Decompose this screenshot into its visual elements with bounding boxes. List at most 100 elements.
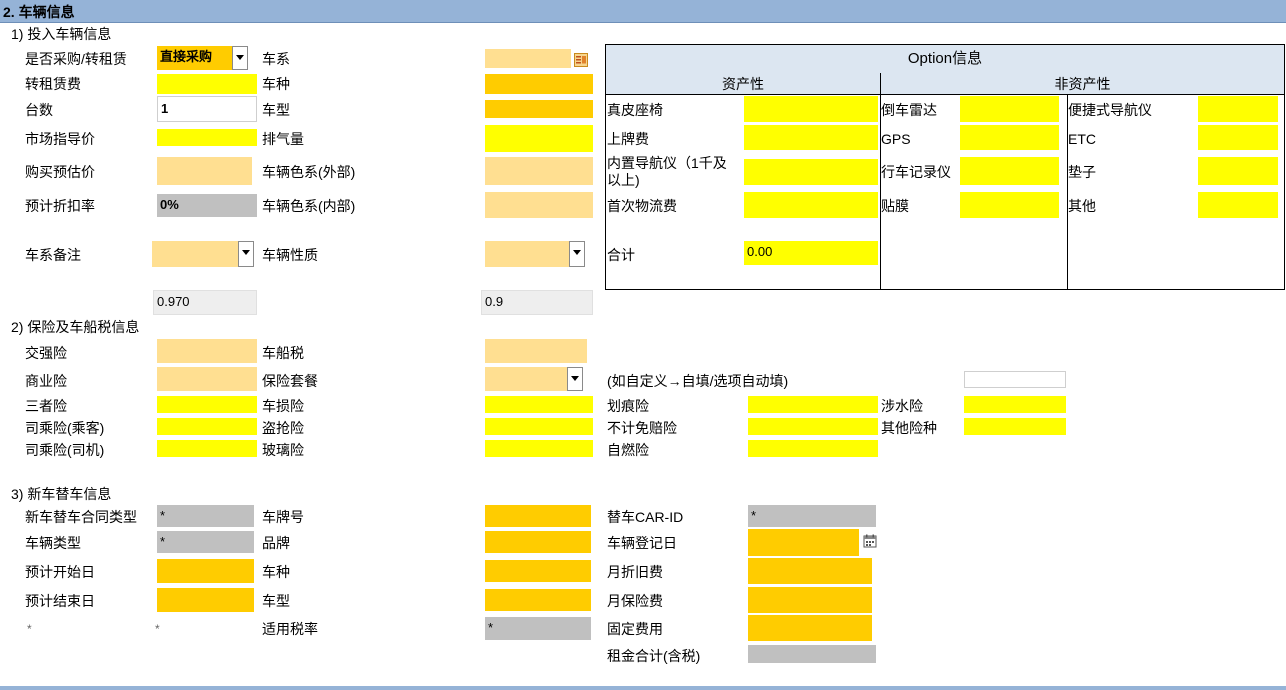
purchase-dropdown-button[interactable] <box>232 46 248 70</box>
option-nonasset-input[interactable] <box>960 96 1059 122</box>
s3-kind-input[interactable] <box>485 560 591 582</box>
nature-dropdown-button[interactable] <box>569 241 585 267</box>
nonasset-header: 非资产性 <box>881 73 1284 95</box>
msrp-input[interactable] <box>157 129 257 146</box>
s1-title: 1) 投入车辆信息 <box>11 26 112 42</box>
end-date-input[interactable] <box>157 588 254 612</box>
option-asset-input[interactable] <box>744 192 878 218</box>
brand-label: 品牌 <box>262 535 290 551</box>
option-nonasset-input[interactable] <box>1198 192 1278 218</box>
color-ext-input[interactable] <box>485 157 593 185</box>
option-nonasset-label: 倒车雷达 <box>881 102 937 118</box>
end-date-label: 预计结束日 <box>25 593 95 609</box>
qty-input[interactable]: 1 <box>157 96 257 122</box>
scratch-label: 划痕险 <box>607 398 649 414</box>
contract-type-field: * <box>157 505 254 527</box>
nondeductible-input[interactable] <box>748 418 878 435</box>
option-total-field: 0.00 <box>744 241 878 265</box>
series-label: 车系 <box>262 51 290 67</box>
option-total-label: 合计 <box>607 247 635 263</box>
theft-input[interactable] <box>485 418 593 435</box>
s3-kind-label: 车种 <box>262 564 290 580</box>
insurance-fee-input[interactable] <box>748 587 872 613</box>
calendar-icon[interactable] <box>863 534 877 548</box>
lookup-icon[interactable] <box>574 53 588 67</box>
insurance-fee-label: 月保险费 <box>607 593 663 609</box>
selfignite-input[interactable] <box>748 440 878 457</box>
fixed-cost-label: 固定费用 <box>607 621 663 637</box>
depreciation-input[interactable] <box>748 558 872 584</box>
third-party-label: 三者险 <box>25 398 67 414</box>
option-nonasset-label: 其他 <box>1068 198 1096 214</box>
vessel-tax-input[interactable] <box>485 339 587 363</box>
bottom-bar <box>0 686 1286 690</box>
start-date-label: 预计开始日 <box>25 564 95 580</box>
car-id-label: 替车CAR-ID <box>607 509 684 525</box>
factor1-field: 0.970 <box>153 290 257 315</box>
commercial-input[interactable] <box>157 367 257 391</box>
series-note-dropdown-button[interactable] <box>238 241 254 267</box>
series-input[interactable] <box>485 49 571 68</box>
theft-label: 盗抢险 <box>262 420 304 436</box>
option-nonasset-input[interactable] <box>960 125 1059 150</box>
depreciation-label: 月折旧费 <box>607 564 663 580</box>
s3-model-input[interactable] <box>485 589 591 611</box>
color-ext-label: 车辆色系(外部) <box>262 164 356 180</box>
kind-label: 车种 <box>262 76 290 92</box>
fixed-cost-input[interactable] <box>748 615 872 641</box>
tax-rate-label: 适用税率 <box>262 621 318 637</box>
plate-input[interactable] <box>485 505 591 527</box>
option-asset-label: 真皮座椅 <box>607 102 663 118</box>
car-id-field: * <box>748 505 876 527</box>
model-label: 车型 <box>262 102 290 118</box>
s3-title: 3) 新车替车信息 <box>11 486 112 502</box>
option-asset-input[interactable] <box>744 125 878 150</box>
option-nonasset-input[interactable] <box>1198 157 1278 185</box>
custom-input[interactable] <box>964 371 1066 388</box>
purchase-label: 是否采购/转租赁 <box>25 51 127 67</box>
start-date-input[interactable] <box>157 559 254 583</box>
option-nonasset-input[interactable] <box>960 192 1059 218</box>
rent-total-label: 租金合计(含税) <box>607 648 701 664</box>
water-input[interactable] <box>964 396 1066 413</box>
color-int-input[interactable] <box>485 192 593 218</box>
option-nonasset-label: 行车记录仪 <box>881 164 951 180</box>
compulsory-input[interactable] <box>157 339 257 363</box>
msrp-label: 市场指导价 <box>25 131 95 147</box>
option-asset-input[interactable] <box>744 159 878 185</box>
s2-title: 2) 保险及车船税信息 <box>11 319 140 335</box>
option-nonasset-input[interactable] <box>1198 125 1278 150</box>
selfignite-label: 自燃险 <box>607 442 649 458</box>
nondeductible-label: 不计免赔险 <box>607 420 677 436</box>
other-insurance-input[interactable] <box>964 418 1066 435</box>
purchase-select[interactable]: 直接采购 <box>157 46 232 70</box>
nature-select[interactable] <box>485 241 569 267</box>
sublease-input[interactable] <box>157 74 257 94</box>
vessel-tax-label: 车船税 <box>262 345 304 361</box>
option-asset-label: 首次物流费 <box>607 198 677 214</box>
rent-total-field <box>748 645 876 663</box>
reg-date-input[interactable] <box>748 529 859 556</box>
option-nonasset-input[interactable] <box>1198 96 1278 122</box>
kind-input[interactable] <box>485 74 593 94</box>
sublease-label: 转租赁费 <box>25 76 81 92</box>
other-insurance-label: 其他险种 <box>881 420 937 436</box>
package-dropdown-button[interactable] <box>567 367 583 391</box>
option-nonasset-label: ETC <box>1068 131 1096 147</box>
glass-input[interactable] <box>485 440 593 457</box>
model-input[interactable] <box>485 100 593 118</box>
damage-input[interactable] <box>485 396 593 413</box>
third-party-input[interactable] <box>157 396 257 413</box>
package-select[interactable] <box>485 367 567 391</box>
driver-input[interactable] <box>157 440 257 457</box>
qty-label: 台数 <box>25 102 53 118</box>
series-note-select[interactable] <box>152 241 238 267</box>
passenger-input[interactable] <box>157 418 257 435</box>
custom-note: (如自定义→自填/选项自动填) <box>607 373 789 389</box>
brand-input[interactable] <box>485 531 591 553</box>
contract-type-label: 新车替车合同类型 <box>25 509 137 525</box>
option-asset-input[interactable] <box>744 96 878 122</box>
scratch-input[interactable] <box>748 396 878 413</box>
displacement-input[interactable] <box>485 125 593 152</box>
option-nonasset-input[interactable] <box>960 157 1059 185</box>
